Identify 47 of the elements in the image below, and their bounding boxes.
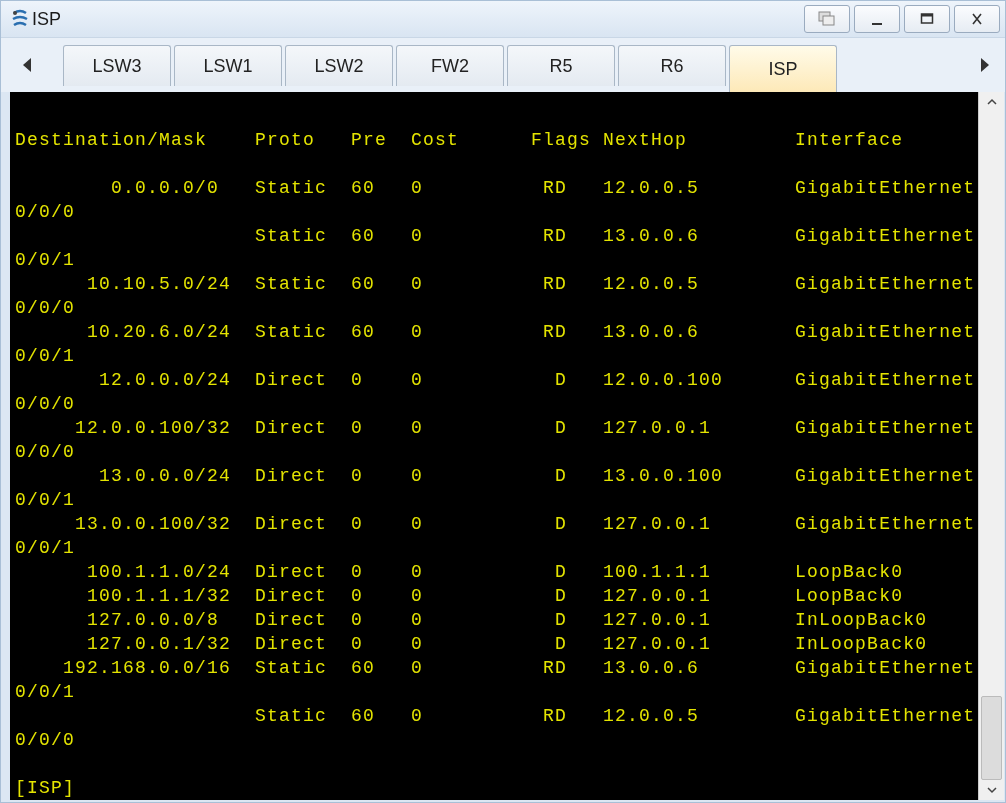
scroll-thumb[interactable] — [981, 696, 1002, 780]
terminal-line: 10.10.5.0/24 Static 60 0 RD 12.0.0.5 GigabitEthernet — [86, 273, 977, 296]
terminal-line: 0/0/1 — [15, 489, 76, 512]
terminal-line: 0/0/1 — [15, 249, 76, 272]
maximize-button[interactable] — [904, 5, 950, 33]
terminal-line: 0/0/0 — [15, 201, 76, 224]
terminal-line: 192.168.0.0/16 Static 60 0 RD 13.0.0.6 GigabitEthernet — [62, 657, 977, 680]
terminal-line: 100.1.1.0/24 Direct 0 0 D 100.1.1.1 LoopBack0 — [86, 561, 905, 584]
terminal-line: 10.20.6.0/24 Static 60 0 RD 13.0.0.6 GigabitEthernet — [86, 321, 977, 344]
right-triangle-icon — [980, 57, 990, 73]
terminal-line: 127.0.0.0/8 Direct 0 0 D 127.0.0.1 InLoopBack0 — [86, 609, 929, 632]
terminal-line: 0/0/0 — [15, 297, 76, 320]
tab[interactable]: R5 — [507, 45, 615, 86]
terminal-line: 0/0/0 — [15, 441, 76, 464]
terminal-line: 0/0/0 — [15, 729, 76, 752]
close-icon — [970, 12, 984, 26]
windows-icon — [818, 11, 836, 27]
terminal-line: 0/0/1 — [15, 537, 76, 560]
terminal-line: 0/0/0 — [15, 393, 76, 416]
window-title: ISP — [32, 8, 61, 30]
tab[interactable]: LSW1 — [174, 45, 282, 86]
tab[interactable]: LSW3 — [63, 45, 171, 86]
terminal-line: 12.0.0.100/32 Direct 0 0 D 127.0.0.1 GigabitEthernet — [74, 417, 977, 440]
tab[interactable]: R6 — [618, 45, 726, 86]
terminal-line: 0/0/1 — [15, 681, 76, 704]
scroll-up-icon[interactable] — [986, 98, 997, 106]
terminal-line: [ISP] — [15, 777, 76, 800]
close-button[interactable] — [954, 5, 1000, 33]
terminal-line: Destination/Mask Proto Pre Cost Flags NextHop Interface — [15, 129, 905, 152]
terminal-line: Static 60 0 RD 12.0.0.5 GigabitEthernet — [254, 705, 977, 728]
scroll-down-icon[interactable] — [986, 786, 997, 794]
terminal-line: 0.0.0.0/0 Static 60 0 RD 12.0.0.5 GigabitEthernet — [110, 177, 977, 200]
terminal-line: 12.0.0.0/24 Direct 0 0 D 12.0.0.100 GigabitEthernet — [98, 369, 977, 392]
minimize-icon — [872, 23, 882, 25]
terminal-line: 100.1.1.1/32 Direct 0 0 D 127.0.0.1 LoopBack0 — [86, 585, 905, 608]
tab[interactable]: LSW2 — [285, 45, 393, 86]
terminal-line: 0/0/1 — [15, 345, 76, 368]
left-triangle-icon — [22, 57, 32, 73]
terminal-line: 13.0.0.100/32 Direct 0 0 D 127.0.0.1 GigabitEthernet — [74, 513, 977, 536]
network-icon — [11, 9, 29, 29]
maximize-icon — [920, 12, 934, 26]
terminal-line: 13.0.0.0/24 Direct 0 0 D 13.0.0.100 GigabitEthernet — [98, 465, 977, 488]
terminal-line: 127.0.0.1/32 Direct 0 0 D 127.0.0.1 InLoopBack0 — [86, 633, 929, 656]
scrollbar[interactable] — [978, 92, 1004, 800]
tab[interactable]: FW2 — [396, 45, 504, 86]
terminal-line: Static 60 0 RD 13.0.0.6 GigabitEthernet — [254, 225, 977, 248]
tab[interactable]: ISP — [729, 45, 837, 92]
